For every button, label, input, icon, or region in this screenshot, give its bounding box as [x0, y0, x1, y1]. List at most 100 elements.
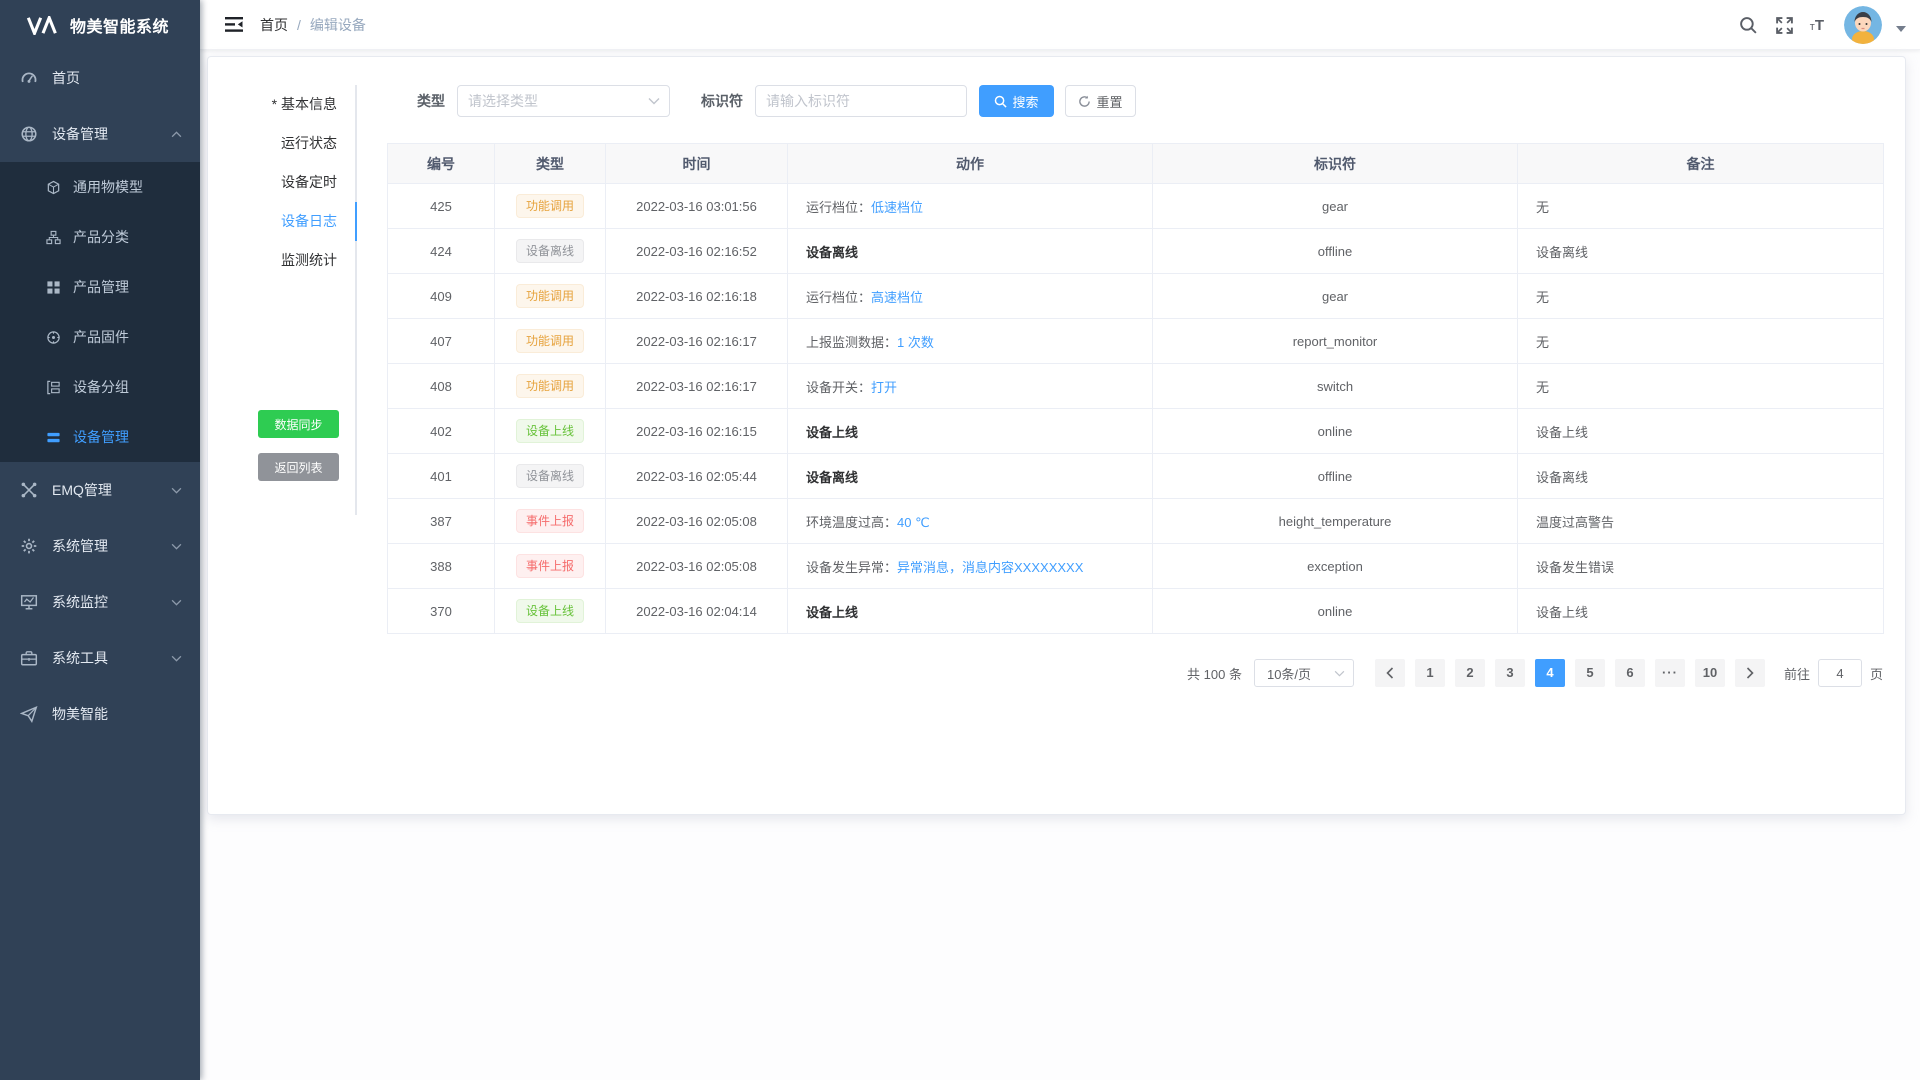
- dashboard-icon: [20, 69, 38, 87]
- data-sync-button[interactable]: 数据同步: [258, 410, 339, 438]
- main-area: 首页 / 编辑设备 тT: [200, 0, 1920, 1080]
- action-link[interactable]: 40 ℃: [897, 515, 930, 530]
- tab-device-log[interactable]: 设备日志: [208, 202, 355, 241]
- search-icon[interactable]: [1738, 14, 1760, 36]
- cell-type: 设备上线: [495, 589, 606, 634]
- pagination-goto: 前往 页: [1784, 659, 1883, 687]
- fold-sidebar-button[interactable]: [216, 7, 252, 43]
- page-size-select[interactable]: 10条/页: [1254, 659, 1354, 687]
- identifier-input[interactable]: [755, 85, 967, 117]
- breadcrumb-current: 编辑设备: [310, 15, 366, 35]
- reset-button[interactable]: 重置: [1065, 85, 1136, 117]
- cell-id: 424: [388, 229, 495, 274]
- device-detail-card: * 基本信息 运行状态 设备定时 设备日志 监测统计 数据同步 返回列表 类型 …: [207, 56, 1906, 815]
- sidebar-item-system-monitor[interactable]: 系统监控: [0, 574, 200, 630]
- sidebar-item-product-category[interactable]: 产品分类: [0, 212, 200, 262]
- chevron-up-icon: [171, 131, 182, 138]
- type-tag: 功能调用: [516, 194, 584, 218]
- action-link[interactable]: 打开: [871, 380, 897, 395]
- page-button-2[interactable]: 2: [1455, 659, 1485, 687]
- font-size-icon[interactable]: тT: [1810, 17, 1824, 34]
- cell-type: 设备离线: [495, 229, 606, 274]
- sidebar-item-thing-model[interactable]: 通用物模型: [0, 162, 200, 212]
- page-button-5[interactable]: 5: [1575, 659, 1605, 687]
- cell-remark: 无: [1518, 274, 1884, 319]
- prev-page-button[interactable]: [1375, 659, 1405, 687]
- cell-remark: 设备上线: [1518, 589, 1884, 634]
- sidebar-item-device-group[interactable]: 设备分组: [0, 362, 200, 412]
- cell-id: 402: [388, 409, 495, 454]
- page-button-1[interactable]: 1: [1415, 659, 1445, 687]
- chevron-left-icon: [1386, 667, 1394, 679]
- cell-id: 408: [388, 364, 495, 409]
- cell-action: 设备上线: [788, 589, 1153, 634]
- page-button-3[interactable]: 3: [1495, 659, 1525, 687]
- more-pages-button[interactable]: ···: [1655, 659, 1685, 687]
- logo[interactable]: 物美智能系统: [0, 0, 200, 50]
- chevron-down-icon: [171, 487, 182, 494]
- action-link[interactable]: 高速档位: [871, 290, 923, 305]
- type-tag: 设备离线: [516, 239, 584, 263]
- type-tag: 功能调用: [516, 329, 584, 353]
- sidebar-item-wumei-smart[interactable]: 物美智能: [0, 686, 200, 742]
- page-button-4[interactable]: 4: [1535, 659, 1565, 687]
- tab-device-timer[interactable]: 设备定时: [208, 163, 355, 202]
- chevron-right-icon: [1746, 667, 1754, 679]
- type-tag: 设备离线: [516, 464, 584, 488]
- cell-id: 387: [388, 499, 495, 544]
- action-text: 设备上线: [806, 605, 858, 620]
- firmware-icon: [46, 330, 61, 345]
- action-prefix: 环境温度过高：: [806, 515, 897, 530]
- breadcrumb-home[interactable]: 首页: [260, 15, 288, 35]
- tab-monitor-stats[interactable]: 监测统计: [208, 241, 355, 280]
- cell-remark: 设备离线: [1518, 454, 1884, 499]
- page-button-10[interactable]: 10: [1695, 659, 1725, 687]
- tab-run-status[interactable]: 运行状态: [208, 124, 355, 163]
- sidebar-item-product-firmware[interactable]: 产品固件: [0, 312, 200, 362]
- active-tab-indicator: [355, 202, 357, 241]
- chevron-down-icon: [171, 599, 182, 606]
- chevron-down-icon: [171, 543, 182, 550]
- cell-remark: 设备上线: [1518, 409, 1884, 454]
- emq-icon: [20, 481, 38, 499]
- cell-action: 环境温度过高：40 ℃: [788, 499, 1153, 544]
- sidebar-item-device-list[interactable]: 设备管理: [0, 412, 200, 462]
- device-log-panel: 类型 请选择类型 标识符 搜索: [387, 85, 1883, 687]
- topbar-actions: тT: [1738, 0, 1906, 50]
- fullscreen-icon[interactable]: [1774, 14, 1796, 36]
- action-text: 设备离线: [806, 245, 858, 260]
- next-page-button[interactable]: [1735, 659, 1765, 687]
- cell-time: 2022-03-16 02:04:14: [606, 589, 788, 634]
- sidebar-item-product-management[interactable]: 产品管理: [0, 262, 200, 312]
- avatar[interactable]: [1844, 6, 1882, 44]
- action-link[interactable]: 1 次数: [897, 335, 934, 350]
- sidebar-item-system-management[interactable]: 系统管理: [0, 518, 200, 574]
- goto-page-input[interactable]: [1818, 659, 1862, 687]
- back-to-list-button[interactable]: 返回列表: [258, 453, 339, 481]
- page-button-6[interactable]: 6: [1615, 659, 1645, 687]
- type-select[interactable]: 请选择类型: [457, 85, 670, 117]
- log-filter-bar: 类型 请选择类型 标识符 搜索: [387, 85, 1883, 117]
- col-header-remark: 备注: [1518, 144, 1884, 184]
- cell-time: 2022-03-16 02:16:17: [606, 319, 788, 364]
- cell-action: 设备上线: [788, 409, 1153, 454]
- type-tag: 事件上报: [516, 509, 584, 533]
- sidebar-item-emq[interactable]: EMQ管理: [0, 462, 200, 518]
- cell-identifier: gear: [1153, 184, 1518, 229]
- action-link[interactable]: 异常消息，消息内容XXXXXXXX: [897, 560, 1083, 575]
- cell-remark: 无: [1518, 319, 1884, 364]
- cell-time: 2022-03-16 02:16:52: [606, 229, 788, 274]
- sidebar-item-system-tools[interactable]: 系统工具: [0, 630, 200, 686]
- cell-type: 事件上报: [495, 499, 606, 544]
- sidebar-item-home[interactable]: 首页: [0, 50, 200, 106]
- action-link[interactable]: 低速档位: [871, 200, 923, 215]
- log-table-row: 425功能调用2022-03-16 03:01:56运行档位：低速档位gear无: [388, 184, 1884, 229]
- search-button[interactable]: 搜索: [979, 85, 1054, 117]
- cell-action: 运行档位：低速档位: [788, 184, 1153, 229]
- user-menu-caret-icon[interactable]: [1896, 26, 1906, 32]
- action-prefix: 运行档位：: [806, 200, 871, 215]
- col-header-time: 时间: [606, 144, 788, 184]
- tab-basic-info[interactable]: * 基本信息: [208, 85, 355, 124]
- sidebar-item-device-management[interactable]: 设备管理: [0, 106, 200, 162]
- action-text: 设备离线: [806, 470, 858, 485]
